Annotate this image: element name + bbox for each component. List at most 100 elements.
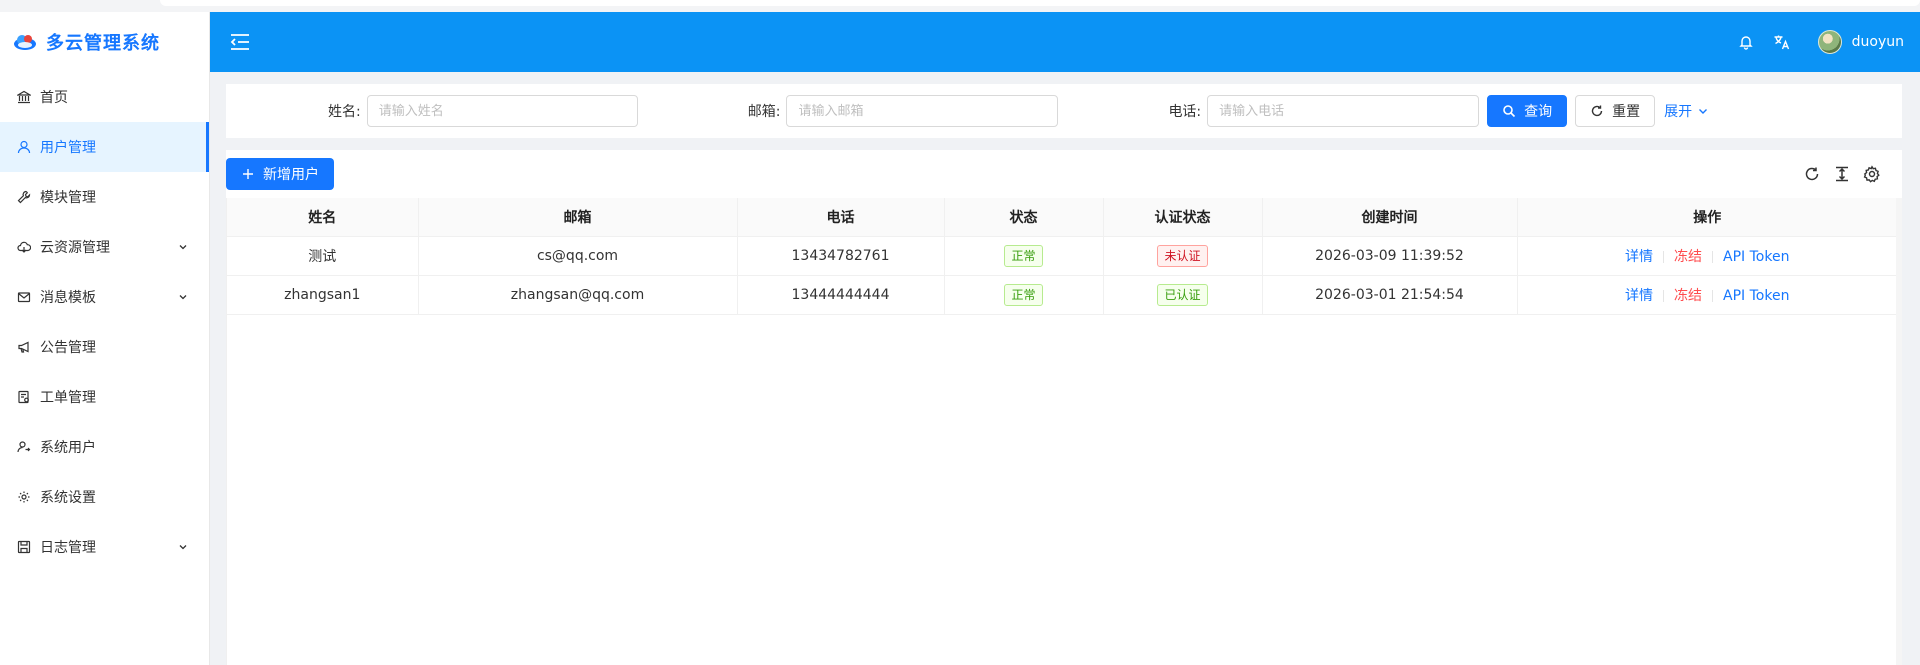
cell-status: 正常 <box>944 275 1104 315</box>
reset-button[interactable]: 重置 <box>1575 95 1656 127</box>
cell-phone: 13444444444 <box>737 275 945 315</box>
bell-icon[interactable] <box>1736 32 1756 52</box>
column-header-created[interactable]: 创建时间 <box>1262 198 1518 237</box>
sidebar-item-cloud-resources[interactable]: 云资源管理 <box>0 222 209 272</box>
logo-icon <box>14 35 36 50</box>
email-label: 邮箱: <box>747 104 781 120</box>
sidebar-item-system-settings[interactable]: 系统设置 <box>0 472 209 522</box>
sidebar-item-announcements[interactable]: 公告管理 <box>0 322 209 372</box>
column-height-icon[interactable] <box>1832 164 1852 184</box>
ticket-icon <box>16 389 32 405</box>
cell-email: cs@qq.com <box>418 236 738 276</box>
column-header-actions: 操作 <box>1517 198 1897 237</box>
api-token-link[interactable]: API Token <box>1723 288 1789 304</box>
logo[interactable]: 多云管理系统 <box>0 12 209 72</box>
sidebar-item-home[interactable]: 首页 <box>0 72 209 122</box>
sidebar-item-label: 系统设置 <box>40 490 96 506</box>
cell-created: 2026-03-01 21:54:54 <box>1262 275 1518 315</box>
cloud-icon <box>16 239 32 255</box>
chevron-down-icon <box>179 245 187 250</box>
setting-icon[interactable] <box>1862 164 1882 184</box>
api-token-link[interactable]: API Token <box>1723 249 1789 265</box>
sidebar: 多云管理系统 首页 用户管理 模块管理 云资源管理 消息模板 公告管理 工单管理… <box>0 12 210 665</box>
name-label: 姓名: <box>328 104 361 120</box>
expand-link-label: 展开 <box>1664 104 1693 120</box>
expand-link[interactable]: 展开 <box>1664 101 1710 121</box>
chevron-down-icon <box>179 295 187 300</box>
browser-strip <box>0 0 1920 12</box>
sidebar-item-system-users[interactable]: 系统用户 <box>0 422 209 472</box>
query-button[interactable]: 查询 <box>1487 95 1568 127</box>
save-icon <box>16 539 32 555</box>
tool-icon <box>16 189 32 205</box>
divider <box>1663 289 1665 302</box>
divider <box>1663 250 1665 263</box>
table-scrollbar[interactable] <box>1896 198 1902 665</box>
chevron-down-icon <box>179 545 187 550</box>
cell-created: 2026-03-09 11:39:52 <box>1262 236 1518 276</box>
divider <box>1712 250 1714 263</box>
chevron-down-icon <box>1699 109 1708 114</box>
cell-actions: 详情 冻结 API Token <box>1517 275 1897 315</box>
phone-input[interactable] <box>1207 95 1480 127</box>
plus-icon <box>241 167 255 181</box>
cell-phone: 13434782761 <box>737 236 945 276</box>
sidebar-item-logs[interactable]: 日志管理 <box>0 522 209 572</box>
sidebar-item-label: 工单管理 <box>40 390 96 406</box>
sidebar-item-label: 消息模板 <box>40 290 96 306</box>
sidebar-item-message-templates[interactable]: 消息模板 <box>0 272 209 322</box>
sidebar-item-users[interactable]: 用户管理 <box>0 122 209 172</box>
table-row: zhangsan1 zhangsan@qq.com 13444444444 正常… <box>227 275 1897 315</box>
app-title: 多云管理系统 <box>46 33 160 54</box>
header-actions: duoyun <box>1728 30 1920 54</box>
email-field-group: 邮箱: <box>748 95 1059 127</box>
column-header-name[interactable]: 姓名 <box>227 198 419 237</box>
translate-icon[interactable] <box>1772 32 1792 52</box>
search-icon <box>1502 104 1516 118</box>
auth-status-badge: 未认证 <box>1157 244 1208 267</box>
sidebar-item-label: 首页 <box>40 90 68 106</box>
sidebar-item-label: 模块管理 <box>40 190 96 206</box>
menu-fold-icon[interactable] <box>226 28 254 56</box>
detail-link[interactable]: 详情 <box>1625 288 1653 304</box>
phone-label: 电话: <box>1168 104 1202 120</box>
cell-auth-status: 未认证 <box>1103 236 1263 276</box>
reload-icon[interactable] <box>1802 164 1822 184</box>
cell-name: 测试 <box>227 236 419 276</box>
table-row: 测试 cs@qq.com 13434782761 正常 未认证 2026-03-… <box>227 236 1897 276</box>
detail-link[interactable]: 详情 <box>1625 249 1653 265</box>
megaphone-icon <box>16 339 32 355</box>
sidebar-item-tickets[interactable]: 工单管理 <box>0 372 209 422</box>
add-user-button-label: 新增用户 <box>263 167 319 183</box>
reset-button-label: 重置 <box>1612 104 1641 120</box>
phone-field-group: 电话: <box>1168 95 1480 127</box>
avatar[interactable] <box>1817 30 1842 54</box>
column-header-status[interactable]: 状态 <box>944 198 1104 237</box>
email-input[interactable] <box>786 95 1059 127</box>
user-table: 姓名 邮箱 电话 状态 认证状态 创建时间 操作 测试 cs@qq.com 13… <box>227 198 1897 315</box>
top-header: duoyun <box>210 12 1920 72</box>
column-header-email[interactable]: 邮箱 <box>418 198 738 237</box>
column-header-phone[interactable]: 电话 <box>737 198 945 237</box>
address-bar <box>160 0 1920 6</box>
auth-status-badge: 已认证 <box>1157 283 1208 306</box>
sidebar-item-label: 公告管理 <box>40 340 96 356</box>
table-header-row: 姓名 邮箱 电话 状态 认证状态 创建时间 操作 <box>227 198 1897 237</box>
cell-status: 正常 <box>944 236 1104 276</box>
sidebar-item-label: 云资源管理 <box>40 240 110 256</box>
user-table-wrap: 姓名 邮箱 电话 状态 认证状态 创建时间 操作 测试 cs@qq.com 13… <box>226 198 1897 665</box>
column-header-auth-status[interactable]: 认证状态 <box>1103 198 1263 237</box>
freeze-link[interactable]: 冻结 <box>1674 249 1702 265</box>
add-user-button[interactable]: 新增用户 <box>226 158 334 190</box>
username[interactable]: duoyun <box>1852 34 1904 50</box>
freeze-link[interactable]: 冻结 <box>1674 288 1702 304</box>
bank-icon <box>16 89 32 105</box>
sidebar-item-modules[interactable]: 模块管理 <box>0 172 209 222</box>
user-table-card: 新增用户 姓名 邮箱 电话 状态 认证状态 创建时间 操作 测试 cs@qq.c… <box>226 150 1902 665</box>
name-field-group: 姓名: <box>328 95 638 127</box>
name-input[interactable] <box>366 95 638 127</box>
sidebar-item-label: 用户管理 <box>40 140 96 156</box>
search-panel: 姓名: 邮箱: 电话: 查询 重置 展开 <box>226 84 1902 138</box>
cell-name: zhangsan1 <box>227 275 419 315</box>
gear-icon <box>16 489 32 505</box>
